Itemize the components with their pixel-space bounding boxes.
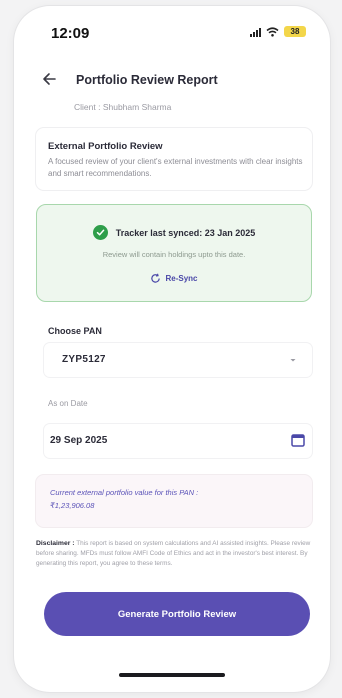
chevron-down-icon (290, 359, 296, 362)
page-title: Portfolio Review Report (76, 73, 218, 87)
external-review-title: External Portfolio Review (48, 141, 163, 152)
home-indicator[interactable] (119, 673, 225, 677)
resync-label: Re-Sync (165, 274, 198, 283)
pan-dropdown[interactable]: ZYP5127 (44, 343, 312, 377)
phone-screen: 12:09 38 Portfolio Review Report Client … (14, 6, 330, 692)
external-review-card: External Portfolio Review A focused revi… (36, 128, 312, 190)
portfolio-value-card: Current external portfolio value for thi… (36, 475, 312, 527)
status-time: 12:09 (51, 25, 90, 42)
disclaimer: Disclaimer : This report is based on sys… (36, 539, 316, 569)
sync-status-card: Tracker last synced: 23 Jan 2025 Review … (36, 204, 312, 302)
back-arrow-icon[interactable] (40, 68, 62, 90)
signal-icon (250, 27, 261, 37)
client-name: Client : Shubham Sharma (74, 102, 172, 112)
sync-row: Tracker last synced: 23 Jan 2025 (37, 225, 311, 240)
resync-button[interactable]: Re-Sync (37, 273, 311, 284)
disclaimer-text: This report is based on system calculati… (36, 540, 311, 567)
sync-subtitle: Review will contain holdings upto this d… (102, 250, 246, 259)
header: Portfolio Review Report (14, 64, 330, 94)
refresh-icon (151, 273, 161, 283)
check-circle-icon (92, 225, 108, 240)
generate-review-button[interactable]: Generate Portfolio Review (44, 592, 310, 636)
as-on-date-field[interactable]: 29 Sep 2025 (44, 424, 312, 458)
portfolio-value-amount: ₹1,23,906.08 (50, 501, 95, 510)
date-value: 29 Sep 2025 (50, 435, 108, 446)
pan-value: ZYP5127 (62, 354, 106, 365)
pan-label: Choose PAN (48, 326, 102, 336)
status-icons: 38 (250, 26, 306, 37)
status-bar: 12:09 38 (14, 6, 330, 56)
sync-title: Tracker last synced: 23 Jan 2025 (115, 227, 256, 238)
as-on-date-label: As on Date (48, 399, 88, 408)
battery-icon: 38 (284, 26, 306, 37)
portfolio-value-label: Current external portfolio value for thi… (50, 488, 199, 497)
wifi-icon (266, 26, 279, 37)
calendar-icon[interactable] (290, 432, 306, 448)
disclaimer-label: Disclaimer : (36, 540, 75, 547)
external-review-description: A focused review of your client's extern… (48, 157, 303, 178)
